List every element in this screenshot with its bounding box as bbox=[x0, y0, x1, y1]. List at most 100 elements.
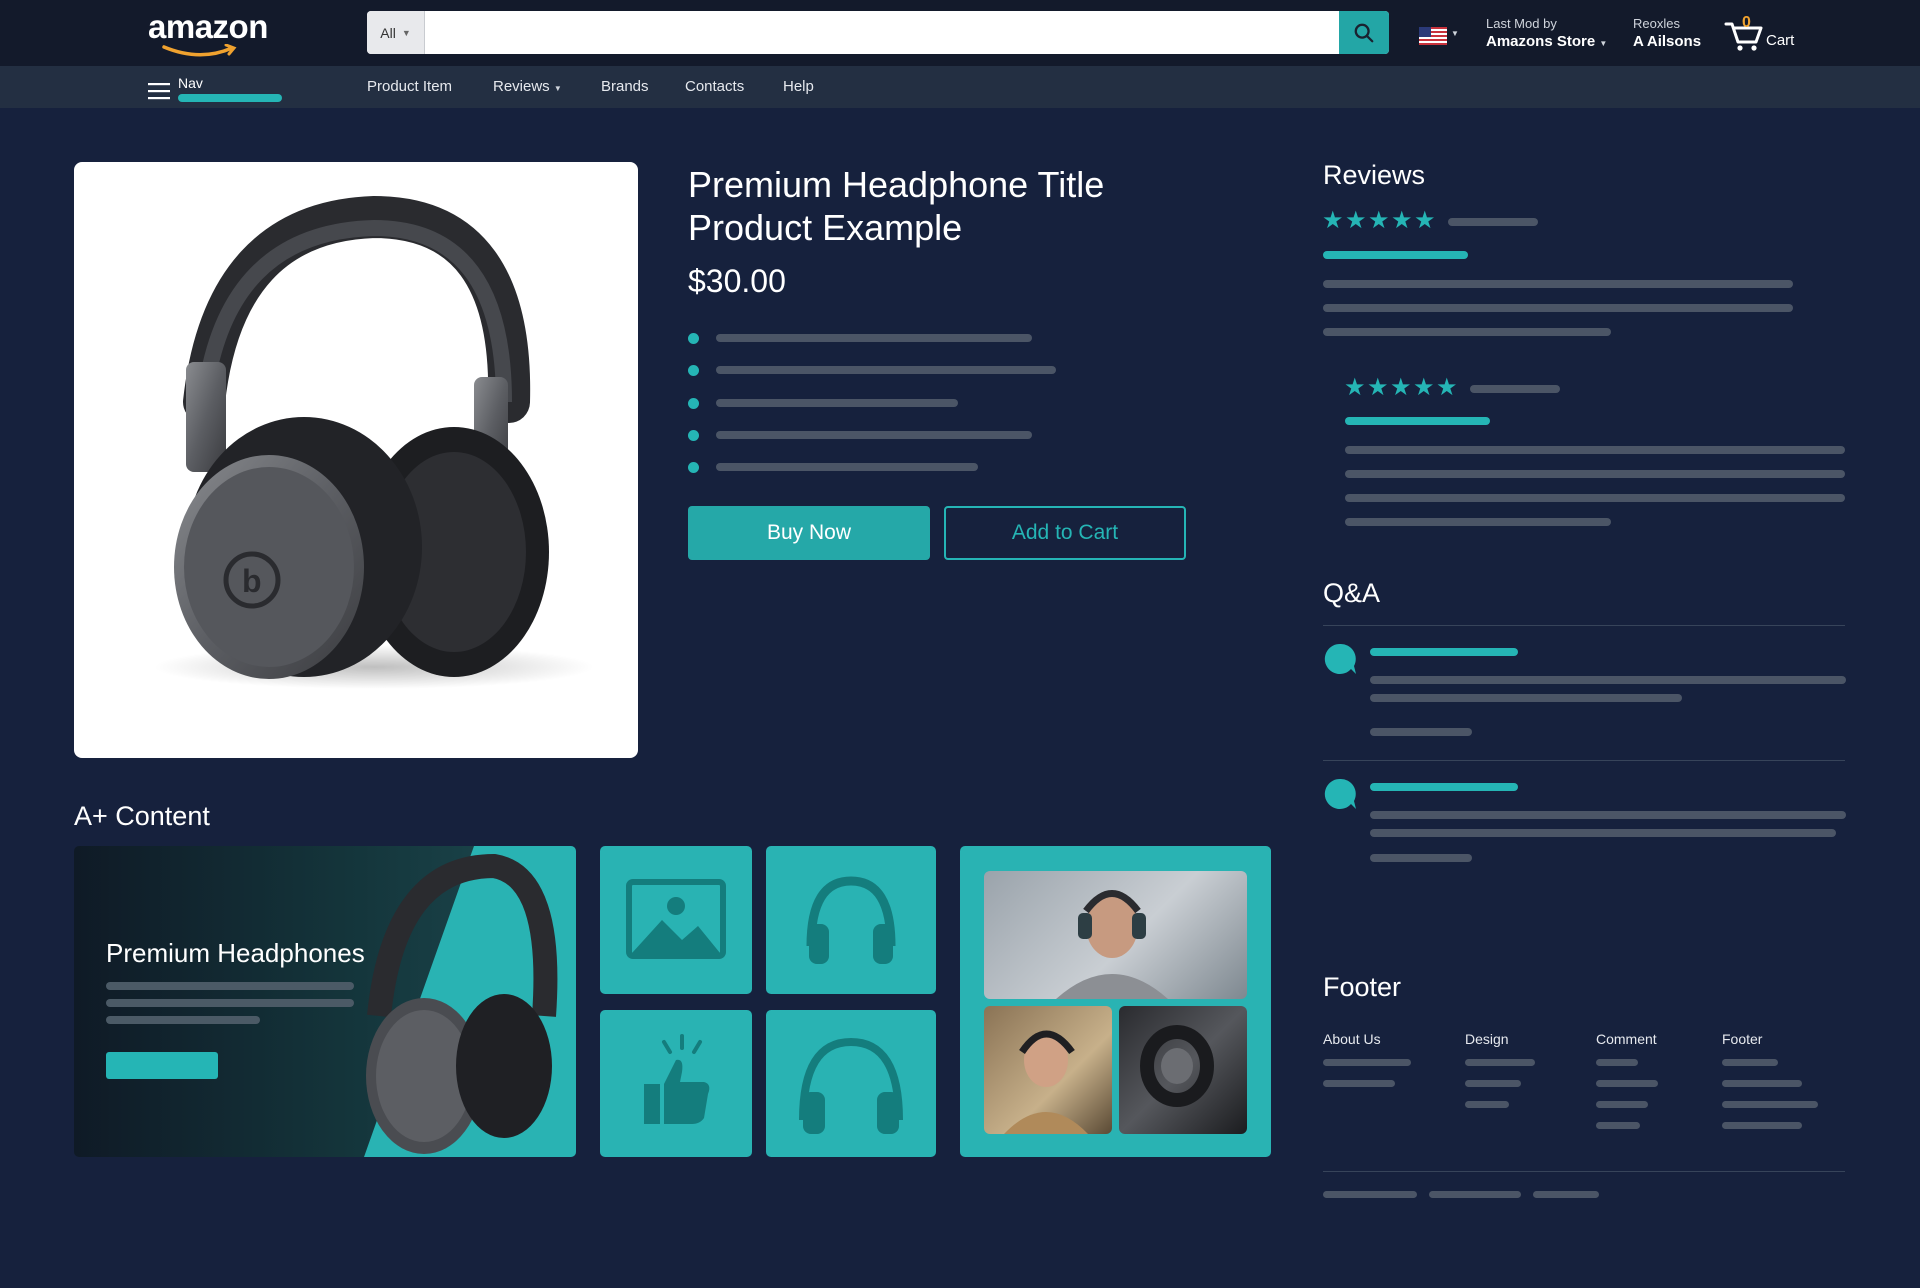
amazon-logo[interactable]: amazon bbox=[148, 8, 268, 58]
logo-text: amazon bbox=[148, 8, 268, 45]
footer-link-line[interactable] bbox=[1596, 1101, 1648, 1108]
footer-link-comment[interactable]: Comment bbox=[1596, 1031, 1657, 1047]
banner-cta-button[interactable] bbox=[106, 1052, 218, 1079]
star-icon: ★ bbox=[1390, 374, 1412, 401]
subnav-item-brands[interactable]: Brands bbox=[601, 78, 649, 95]
review-title-line[interactable] bbox=[1345, 417, 1490, 425]
search-bar: All ▼ bbox=[367, 11, 1389, 54]
svg-text:b: b bbox=[242, 563, 262, 599]
footer-bottom-link[interactable] bbox=[1429, 1191, 1521, 1198]
buy-now-button[interactable]: Buy Now bbox=[688, 506, 930, 560]
cart-button[interactable]: 0 Cart bbox=[1722, 12, 1802, 54]
star-icon: ★ bbox=[1367, 374, 1389, 401]
aplus-tile-headphones[interactable] bbox=[766, 846, 936, 994]
chat-bubble-icon bbox=[1324, 643, 1356, 674]
search-icon bbox=[1354, 23, 1374, 42]
footer-link-line[interactable] bbox=[1722, 1101, 1818, 1108]
aplus-tile-image[interactable] bbox=[600, 846, 752, 994]
chevron-down-icon: ▼ bbox=[1451, 29, 1459, 38]
subnav-item-reviews[interactable]: Reviews ▼ bbox=[493, 78, 562, 95]
banner-line bbox=[106, 1016, 260, 1024]
footer-bottom-link[interactable] bbox=[1323, 1191, 1417, 1198]
review-text-line bbox=[1323, 328, 1611, 336]
answer-line bbox=[1370, 694, 1682, 702]
subnav-item-product-item[interactable]: Product Item bbox=[367, 78, 452, 95]
footer-link-line[interactable] bbox=[1323, 1080, 1395, 1087]
subnav-item-contacts[interactable]: Contacts bbox=[685, 78, 744, 95]
bullet-dot bbox=[688, 430, 699, 441]
bullet-dot bbox=[688, 462, 699, 473]
review-text-line bbox=[1345, 446, 1845, 454]
footer-link-line[interactable] bbox=[1465, 1101, 1509, 1108]
aplus-tile-headset[interactable] bbox=[766, 1010, 936, 1157]
add-to-cart-button[interactable]: Add to Cart bbox=[944, 506, 1186, 560]
lifestyle-photo-product[interactable] bbox=[1119, 1006, 1247, 1134]
aplus-tile-like[interactable] bbox=[600, 1010, 752, 1157]
answer-meta-line bbox=[1370, 854, 1472, 862]
nav-indicator bbox=[178, 94, 282, 102]
review-text-line bbox=[1345, 470, 1845, 478]
headphones-product-photo: b bbox=[154, 195, 594, 689]
footer-link-line[interactable] bbox=[1722, 1059, 1778, 1066]
lifestyle-photo-woman[interactable] bbox=[984, 1006, 1112, 1134]
logo-smile-icon bbox=[162, 44, 237, 57]
qa-divider bbox=[1323, 760, 1845, 761]
footer-link-line[interactable] bbox=[1722, 1080, 1802, 1087]
answer-meta-line bbox=[1370, 728, 1472, 736]
last-mod-menu[interactable]: Last Mod by Amazons Store ▼ bbox=[1486, 16, 1607, 50]
review-text-line bbox=[1345, 494, 1845, 502]
footer-bottom-link[interactable] bbox=[1533, 1191, 1599, 1198]
footer-link-line[interactable] bbox=[1465, 1080, 1521, 1087]
lifestyle-photo-man[interactable] bbox=[984, 871, 1247, 999]
aplus-banner[interactable]: Premium Headphones bbox=[74, 846, 576, 1157]
footer-link-about-us[interactable]: About Us bbox=[1323, 1031, 1381, 1047]
headphones-closeup-photo bbox=[1140, 1025, 1214, 1107]
feature-line bbox=[716, 431, 1032, 439]
product-image[interactable]: b bbox=[74, 162, 638, 758]
review-text-line bbox=[1323, 304, 1793, 312]
subnav-item-reviews-label: Reviews bbox=[493, 78, 550, 95]
subnav-item-help[interactable]: Help bbox=[783, 78, 814, 95]
footer-link-line[interactable] bbox=[1596, 1059, 1638, 1066]
footer-heading: Footer bbox=[1323, 972, 1402, 1002]
search-button[interactable] bbox=[1339, 11, 1389, 54]
feature-line bbox=[716, 463, 978, 471]
star-icon: ★ bbox=[1368, 207, 1390, 234]
footer-link-line[interactable] bbox=[1323, 1059, 1411, 1066]
account-line1: Reoxles bbox=[1633, 16, 1680, 31]
footer-link-line[interactable] bbox=[1465, 1059, 1535, 1066]
person-headphones-photo bbox=[1056, 890, 1168, 999]
question-line[interactable] bbox=[1370, 783, 1518, 791]
sub-navigation: Nav Product Item Reviews ▼ Brands Contac… bbox=[0, 66, 1920, 108]
last-mod-store: Amazons Store bbox=[1486, 33, 1596, 50]
chevron-down-icon: ▼ bbox=[1599, 39, 1608, 48]
star-icon: ★ bbox=[1344, 374, 1366, 401]
last-mod-line2: Amazons Store ▼ bbox=[1486, 33, 1607, 50]
review-rating-stars: ★ ★ ★ ★ ★ bbox=[1344, 373, 1464, 401]
search-category-select[interactable]: All ▼ bbox=[367, 11, 425, 54]
headphones-icon bbox=[799, 1037, 903, 1134]
star-icon: ★ bbox=[1413, 374, 1435, 401]
banner-line bbox=[106, 982, 354, 990]
footer-link-footer[interactable]: Footer bbox=[1722, 1031, 1762, 1047]
review-meta-line bbox=[1448, 218, 1538, 226]
footer-link-line[interactable] bbox=[1722, 1122, 1802, 1129]
question-line[interactable] bbox=[1370, 648, 1518, 656]
footer-link-line[interactable] bbox=[1596, 1122, 1640, 1129]
qa-heading: Q&A bbox=[1323, 578, 1381, 608]
review-meta-line bbox=[1470, 385, 1560, 393]
bullet-dot bbox=[688, 398, 699, 409]
cart-label: Cart bbox=[1766, 32, 1795, 49]
star-icon: ★ bbox=[1436, 374, 1458, 401]
footer-link-design[interactable]: Design bbox=[1465, 1031, 1509, 1047]
footer-link-line[interactable] bbox=[1596, 1080, 1658, 1087]
answer-line bbox=[1370, 811, 1846, 819]
account-menu[interactable]: Reoxles A Ailsons bbox=[1633, 16, 1701, 50]
language-selector[interactable]: ▼ bbox=[1419, 27, 1459, 50]
aplus-heading: A+ Content bbox=[74, 801, 210, 831]
footer-divider bbox=[1323, 1171, 1845, 1172]
menu-icon bbox=[148, 83, 170, 100]
review-title-line[interactable] bbox=[1323, 251, 1468, 259]
search-input[interactable] bbox=[425, 11, 1339, 54]
banner-title: Premium Headphones bbox=[106, 938, 365, 968]
